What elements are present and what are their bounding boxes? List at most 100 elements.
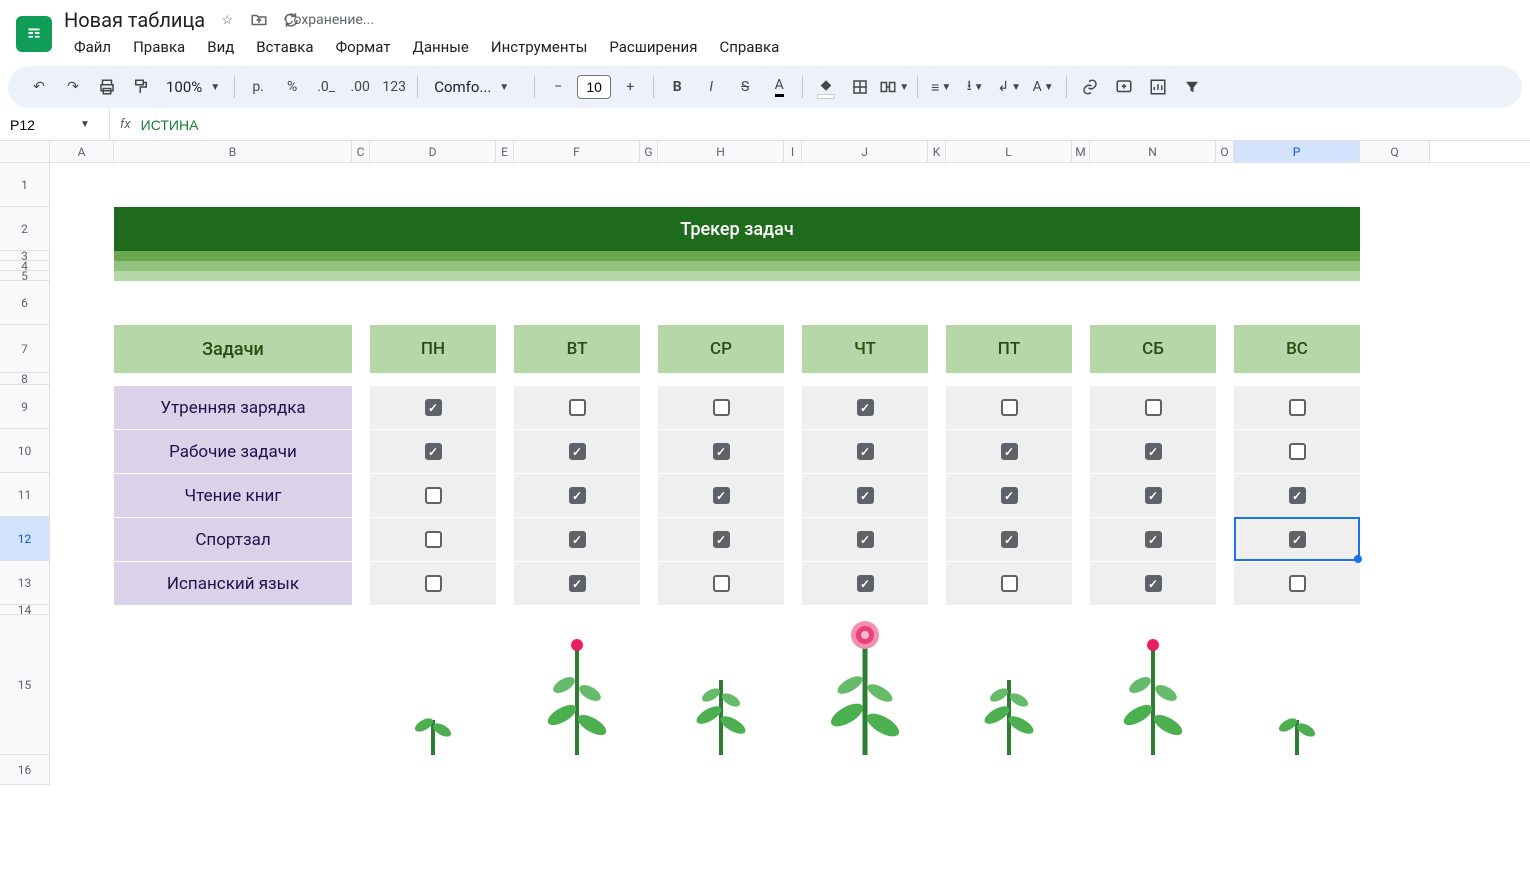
text-rotation-button[interactable]: A▼ — [1028, 72, 1058, 102]
checkbox-cell[interactable] — [1090, 561, 1216, 605]
row-header-8[interactable]: 8 — [0, 373, 50, 385]
menu-расширения[interactable]: Расширения — [599, 34, 707, 60]
checkbox-icon[interactable] — [713, 399, 730, 416]
checkbox-cell[interactable] — [1234, 517, 1360, 561]
checkbox-cell[interactable] — [514, 561, 640, 605]
tracker-title[interactable]: Трекер задач — [114, 207, 1360, 251]
checkbox-icon[interactable] — [569, 443, 586, 460]
checkbox-cell[interactable] — [802, 473, 928, 517]
spreadsheet-grid[interactable]: ABCDEFGHIJKLMNOPQ 1234567891011121314151… — [0, 141, 1530, 785]
percent-format-button[interactable]: % — [277, 72, 307, 102]
checkbox-icon[interactable] — [425, 575, 442, 592]
strikethrough-button[interactable]: S — [730, 72, 760, 102]
row-header-6[interactable]: 6 — [0, 281, 50, 325]
horizontal-align-button[interactable]: ≡▼ — [926, 72, 956, 102]
checkbox-icon[interactable] — [713, 531, 730, 548]
merge-cells-button[interactable]: ▼ — [879, 72, 909, 102]
name-box-input[interactable] — [10, 117, 70, 133]
row-header-9[interactable]: 9 — [0, 385, 50, 429]
text-color-button[interactable]: A — [764, 72, 794, 102]
text-wrap-button[interactable]: ↲▼ — [994, 72, 1024, 102]
checkbox-cell[interactable] — [370, 473, 496, 517]
column-header-B[interactable]: B — [114, 141, 352, 162]
checkbox-cell[interactable] — [802, 561, 928, 605]
increase-decimal-button[interactable]: .00 — [345, 72, 375, 102]
more-formats-button[interactable]: 123 — [379, 72, 409, 102]
checkbox-cell[interactable] — [370, 561, 496, 605]
checkbox-icon[interactable] — [1289, 575, 1306, 592]
checkbox-cell[interactable] — [514, 517, 640, 561]
select-all-corner[interactable] — [0, 141, 50, 162]
move-to-drive-icon[interactable] — [249, 10, 269, 30]
checkbox-icon[interactable] — [1001, 399, 1018, 416]
checkbox-icon[interactable] — [713, 443, 730, 460]
checkbox-icon[interactable] — [857, 443, 874, 460]
checkbox-icon[interactable] — [857, 575, 874, 592]
checkbox-cell[interactable] — [514, 385, 640, 429]
star-icon[interactable]: ☆ — [217, 10, 237, 30]
checkbox-icon[interactable] — [1145, 443, 1162, 460]
task-name-cell[interactable]: Испанский язык — [114, 561, 352, 605]
menu-данные[interactable]: Данные — [403, 34, 479, 60]
checkbox-icon[interactable] — [569, 575, 586, 592]
checkbox-cell[interactable] — [1090, 429, 1216, 473]
row-header-16[interactable]: 16 — [0, 755, 50, 785]
print-button[interactable] — [92, 72, 122, 102]
undo-button[interactable]: ↶ — [24, 72, 54, 102]
day-header-ВС[interactable]: ВС — [1234, 325, 1360, 373]
checkbox-icon[interactable] — [1145, 531, 1162, 548]
checkbox-cell[interactable] — [1234, 561, 1360, 605]
decrease-decimal-button[interactable]: .0_ — [311, 72, 341, 102]
row-header-13[interactable]: 13 — [0, 561, 50, 605]
checkbox-cell[interactable] — [658, 473, 784, 517]
column-header-C[interactable]: C — [352, 141, 370, 162]
name-box[interactable]: ▼ — [0, 109, 110, 140]
checkbox-icon[interactable] — [1145, 399, 1162, 416]
document-title[interactable]: Новая таблица — [64, 8, 205, 32]
checkbox-cell[interactable] — [946, 429, 1072, 473]
column-header-K[interactable]: K — [928, 141, 946, 162]
redo-button[interactable]: ↷ — [58, 72, 88, 102]
fill-color-button[interactable] — [811, 72, 841, 102]
checkbox-cell[interactable] — [946, 473, 1072, 517]
row-header-14[interactable]: 14 — [0, 605, 50, 615]
checkbox-cell[interactable] — [514, 473, 640, 517]
checkbox-icon[interactable] — [425, 443, 442, 460]
menu-вид[interactable]: Вид — [197, 34, 244, 60]
italic-button[interactable]: I — [696, 72, 726, 102]
borders-button[interactable] — [845, 72, 875, 102]
checkbox-cell[interactable] — [370, 429, 496, 473]
checkbox-icon[interactable] — [1289, 531, 1306, 548]
column-header-M[interactable]: M — [1072, 141, 1090, 162]
menu-файл[interactable]: Файл — [64, 34, 121, 60]
column-header-F[interactable]: F — [514, 141, 640, 162]
column-header-L[interactable]: L — [946, 141, 1072, 162]
checkbox-cell[interactable] — [1234, 429, 1360, 473]
row-header-1[interactable]: 1 — [0, 163, 50, 207]
checkbox-cell[interactable] — [1090, 385, 1216, 429]
checkbox-icon[interactable] — [1145, 487, 1162, 504]
formula-input[interactable] — [141, 117, 1530, 133]
checkbox-cell[interactable] — [1234, 385, 1360, 429]
zoom-select[interactable]: 100%▼ — [160, 78, 226, 96]
menu-правка[interactable]: Правка — [123, 34, 195, 60]
checkbox-icon[interactable] — [713, 487, 730, 504]
row-header-7[interactable]: 7 — [0, 325, 50, 373]
font-size-increase[interactable]: + — [615, 72, 645, 102]
checkbox-cell[interactable] — [1090, 517, 1216, 561]
checkbox-cell[interactable] — [658, 561, 784, 605]
checkbox-icon[interactable] — [1289, 399, 1306, 416]
checkbox-icon[interactable] — [857, 531, 874, 548]
font-size-decrease[interactable]: − — [543, 72, 573, 102]
checkbox-cell[interactable] — [1090, 473, 1216, 517]
checkbox-cell[interactable] — [370, 385, 496, 429]
column-header-I[interactable]: I — [784, 141, 802, 162]
checkbox-icon[interactable] — [1001, 443, 1018, 460]
column-header-J[interactable]: J — [802, 141, 928, 162]
row-header-2[interactable]: 2 — [0, 207, 50, 251]
tasks-column-header[interactable]: Задачи — [114, 325, 352, 373]
checkbox-icon[interactable] — [1289, 487, 1306, 504]
row-header-5[interactable]: 5 — [0, 271, 50, 281]
checkbox-icon[interactable] — [1001, 575, 1018, 592]
bold-button[interactable]: B — [662, 72, 692, 102]
